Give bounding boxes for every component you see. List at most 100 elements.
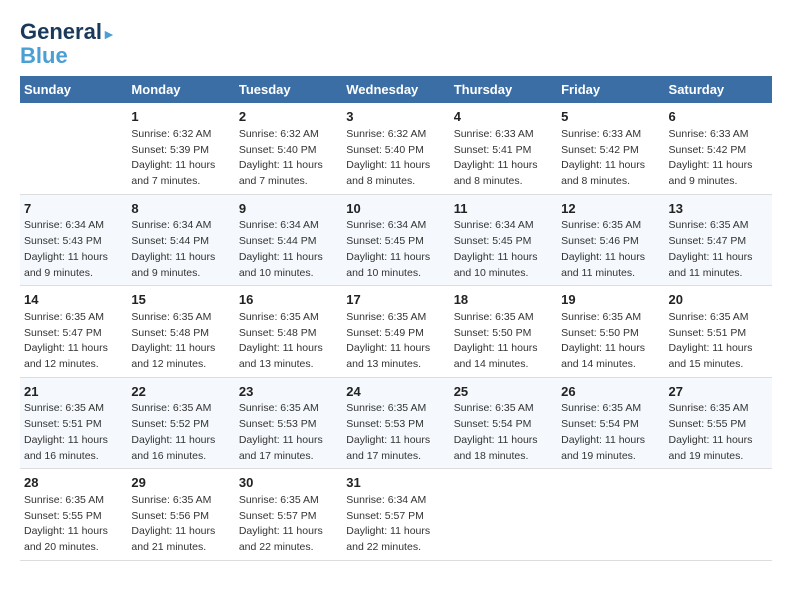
day-number: 19: [561, 290, 660, 310]
day-info: Sunrise: 6:35 AMSunset: 5:56 PMDaylight:…: [131, 493, 230, 556]
day-info: Sunrise: 6:34 AMSunset: 5:44 PMDaylight:…: [239, 218, 338, 281]
header-cell-monday: Monday: [127, 76, 234, 103]
day-info: Sunrise: 6:33 AMSunset: 5:42 PMDaylight:…: [669, 127, 768, 190]
day-number: 12: [561, 199, 660, 219]
day-info: Sunrise: 6:35 AMSunset: 5:46 PMDaylight:…: [561, 218, 660, 281]
calendar-cell: 22Sunrise: 6:35 AMSunset: 5:52 PMDayligh…: [127, 377, 234, 469]
logo: General►Blue: [20, 20, 116, 68]
day-info: Sunrise: 6:35 AMSunset: 5:53 PMDaylight:…: [346, 401, 445, 464]
day-number: 25: [454, 382, 553, 402]
day-info: Sunrise: 6:32 AMSunset: 5:39 PMDaylight:…: [131, 127, 230, 190]
day-info: Sunrise: 6:35 AMSunset: 5:55 PMDaylight:…: [24, 493, 123, 556]
calendar-cell: 28Sunrise: 6:35 AMSunset: 5:55 PMDayligh…: [20, 469, 127, 561]
day-info: Sunrise: 6:35 AMSunset: 5:49 PMDaylight:…: [346, 310, 445, 373]
calendar-cell: 19Sunrise: 6:35 AMSunset: 5:50 PMDayligh…: [557, 286, 664, 378]
calendar-week-1: 1Sunrise: 6:32 AMSunset: 5:39 PMDaylight…: [20, 103, 772, 194]
calendar-week-2: 7Sunrise: 6:34 AMSunset: 5:43 PMDaylight…: [20, 194, 772, 286]
day-info: Sunrise: 6:35 AMSunset: 5:52 PMDaylight:…: [131, 401, 230, 464]
day-number: 10: [346, 199, 445, 219]
calendar-cell: 6Sunrise: 6:33 AMSunset: 5:42 PMDaylight…: [665, 103, 772, 194]
page-header: General►Blue: [20, 20, 772, 68]
calendar-cell: 8Sunrise: 6:34 AMSunset: 5:44 PMDaylight…: [127, 194, 234, 286]
day-info: Sunrise: 6:35 AMSunset: 5:50 PMDaylight:…: [454, 310, 553, 373]
calendar-cell: [20, 103, 127, 194]
day-number: 3: [346, 107, 445, 127]
day-info: Sunrise: 6:35 AMSunset: 5:47 PMDaylight:…: [24, 310, 123, 373]
calendar-cell: 23Sunrise: 6:35 AMSunset: 5:53 PMDayligh…: [235, 377, 342, 469]
calendar-cell: [557, 469, 664, 561]
day-info: Sunrise: 6:35 AMSunset: 5:51 PMDaylight:…: [24, 401, 123, 464]
day-number: 29: [131, 473, 230, 493]
calendar-cell: 29Sunrise: 6:35 AMSunset: 5:56 PMDayligh…: [127, 469, 234, 561]
day-number: 21: [24, 382, 123, 402]
calendar-cell: 27Sunrise: 6:35 AMSunset: 5:55 PMDayligh…: [665, 377, 772, 469]
day-number: 23: [239, 382, 338, 402]
calendar-week-5: 28Sunrise: 6:35 AMSunset: 5:55 PMDayligh…: [20, 469, 772, 561]
day-info: Sunrise: 6:35 AMSunset: 5:48 PMDaylight:…: [131, 310, 230, 373]
day-number: 14: [24, 290, 123, 310]
day-info: Sunrise: 6:35 AMSunset: 5:54 PMDaylight:…: [454, 401, 553, 464]
calendar-table: SundayMondayTuesdayWednesdayThursdayFrid…: [20, 76, 772, 561]
day-info: Sunrise: 6:33 AMSunset: 5:41 PMDaylight:…: [454, 127, 553, 190]
calendar-cell: 3Sunrise: 6:32 AMSunset: 5:40 PMDaylight…: [342, 103, 449, 194]
day-info: Sunrise: 6:32 AMSunset: 5:40 PMDaylight:…: [239, 127, 338, 190]
calendar-cell: 31Sunrise: 6:34 AMSunset: 5:57 PMDayligh…: [342, 469, 449, 561]
calendar-cell: 1Sunrise: 6:32 AMSunset: 5:39 PMDaylight…: [127, 103, 234, 194]
day-info: Sunrise: 6:34 AMSunset: 5:45 PMDaylight:…: [346, 218, 445, 281]
calendar-cell: 9Sunrise: 6:34 AMSunset: 5:44 PMDaylight…: [235, 194, 342, 286]
calendar-cell: 13Sunrise: 6:35 AMSunset: 5:47 PMDayligh…: [665, 194, 772, 286]
day-info: Sunrise: 6:35 AMSunset: 5:50 PMDaylight:…: [561, 310, 660, 373]
logo-text: General►Blue: [20, 20, 116, 68]
day-number: 17: [346, 290, 445, 310]
calendar-cell: 24Sunrise: 6:35 AMSunset: 5:53 PMDayligh…: [342, 377, 449, 469]
day-info: Sunrise: 6:32 AMSunset: 5:40 PMDaylight:…: [346, 127, 445, 190]
header-cell-saturday: Saturday: [665, 76, 772, 103]
calendar-cell: 11Sunrise: 6:34 AMSunset: 5:45 PMDayligh…: [450, 194, 557, 286]
calendar-cell: 15Sunrise: 6:35 AMSunset: 5:48 PMDayligh…: [127, 286, 234, 378]
calendar-header: SundayMondayTuesdayWednesdayThursdayFrid…: [20, 76, 772, 103]
header-row: SundayMondayTuesdayWednesdayThursdayFrid…: [20, 76, 772, 103]
day-info: Sunrise: 6:34 AMSunset: 5:44 PMDaylight:…: [131, 218, 230, 281]
calendar-cell: 5Sunrise: 6:33 AMSunset: 5:42 PMDaylight…: [557, 103, 664, 194]
day-number: 20: [669, 290, 768, 310]
day-number: 13: [669, 199, 768, 219]
day-number: 6: [669, 107, 768, 127]
calendar-cell: 12Sunrise: 6:35 AMSunset: 5:46 PMDayligh…: [557, 194, 664, 286]
day-number: 7: [24, 199, 123, 219]
calendar-cell: 26Sunrise: 6:35 AMSunset: 5:54 PMDayligh…: [557, 377, 664, 469]
calendar-cell: 16Sunrise: 6:35 AMSunset: 5:48 PMDayligh…: [235, 286, 342, 378]
day-number: 15: [131, 290, 230, 310]
header-cell-tuesday: Tuesday: [235, 76, 342, 103]
calendar-cell: [450, 469, 557, 561]
day-info: Sunrise: 6:35 AMSunset: 5:55 PMDaylight:…: [669, 401, 768, 464]
day-number: 9: [239, 199, 338, 219]
day-info: Sunrise: 6:35 AMSunset: 5:47 PMDaylight:…: [669, 218, 768, 281]
calendar-cell: [665, 469, 772, 561]
day-info: Sunrise: 6:34 AMSunset: 5:45 PMDaylight:…: [454, 218, 553, 281]
day-info: Sunrise: 6:35 AMSunset: 5:51 PMDaylight:…: [669, 310, 768, 373]
day-info: Sunrise: 6:35 AMSunset: 5:48 PMDaylight:…: [239, 310, 338, 373]
calendar-body: 1Sunrise: 6:32 AMSunset: 5:39 PMDaylight…: [20, 103, 772, 560]
calendar-week-4: 21Sunrise: 6:35 AMSunset: 5:51 PMDayligh…: [20, 377, 772, 469]
header-cell-sunday: Sunday: [20, 76, 127, 103]
calendar-cell: 18Sunrise: 6:35 AMSunset: 5:50 PMDayligh…: [450, 286, 557, 378]
day-number: 27: [669, 382, 768, 402]
day-number: 18: [454, 290, 553, 310]
day-number: 11: [454, 199, 553, 219]
calendar-cell: 17Sunrise: 6:35 AMSunset: 5:49 PMDayligh…: [342, 286, 449, 378]
calendar-cell: 20Sunrise: 6:35 AMSunset: 5:51 PMDayligh…: [665, 286, 772, 378]
calendar-cell: 25Sunrise: 6:35 AMSunset: 5:54 PMDayligh…: [450, 377, 557, 469]
day-number: 1: [131, 107, 230, 127]
calendar-cell: 7Sunrise: 6:34 AMSunset: 5:43 PMDaylight…: [20, 194, 127, 286]
day-number: 31: [346, 473, 445, 493]
calendar-cell: 4Sunrise: 6:33 AMSunset: 5:41 PMDaylight…: [450, 103, 557, 194]
calendar-cell: 10Sunrise: 6:34 AMSunset: 5:45 PMDayligh…: [342, 194, 449, 286]
day-number: 22: [131, 382, 230, 402]
header-cell-wednesday: Wednesday: [342, 76, 449, 103]
calendar-cell: 21Sunrise: 6:35 AMSunset: 5:51 PMDayligh…: [20, 377, 127, 469]
day-number: 26: [561, 382, 660, 402]
day-number: 4: [454, 107, 553, 127]
day-info: Sunrise: 6:34 AMSunset: 5:57 PMDaylight:…: [346, 493, 445, 556]
day-number: 24: [346, 382, 445, 402]
day-number: 8: [131, 199, 230, 219]
